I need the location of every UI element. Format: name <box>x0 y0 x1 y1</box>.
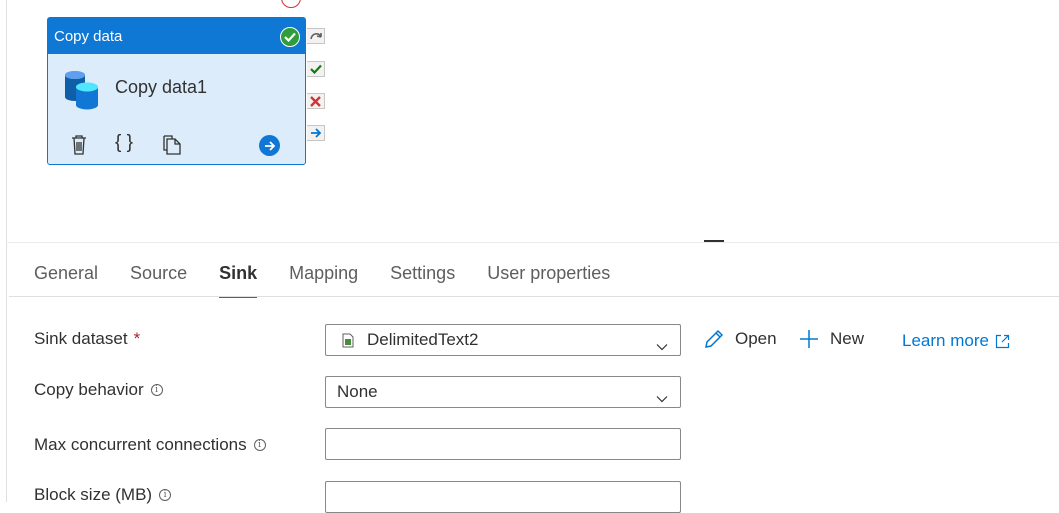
learn-more-label: Learn more <box>902 331 989 350</box>
sink-dataset-label: Sink dataset * <box>34 329 140 349</box>
required-marker: * <box>133 329 141 348</box>
success-icon <box>280 27 300 47</box>
canvas-divider <box>6 0 7 502</box>
success-port-icon[interactable] <box>307 61 325 77</box>
block-size-label: Block size (MB) i <box>34 485 172 505</box>
tab-settings[interactable]: Settings <box>390 262 455 298</box>
add-icon <box>798 328 820 350</box>
max-concurrent-label: Max concurrent connections i <box>34 435 266 455</box>
delete-icon[interactable] <box>70 134 88 161</box>
csv-file-icon <box>342 333 354 348</box>
pipeline-canvas[interactable]: Copy data Copy data1 { } <box>0 0 1059 242</box>
properties-tabs: General Source Sink Mapping Settings Use… <box>34 262 642 298</box>
copy-data-activity[interactable]: Copy data Copy data1 { } <box>47 17 306 165</box>
learn-more-link[interactable]: Learn more <box>902 331 1010 351</box>
clone-icon[interactable] <box>162 134 182 161</box>
skip-port-icon[interactable] <box>307 28 325 44</box>
chevron-down-icon <box>656 388 668 408</box>
chevron-down-icon <box>656 336 668 356</box>
sink-dataset-label-text: Sink dataset <box>34 329 128 348</box>
info-icon[interactable]: i <box>150 384 163 396</box>
edit-pencil-icon <box>703 328 725 350</box>
completion-port-icon[interactable] <box>307 125 325 141</box>
info-icon[interactable]: i <box>253 439 266 451</box>
tab-sink[interactable]: Sink <box>219 262 258 298</box>
sink-dataset-dropdown[interactable]: DelimitedText2 <box>325 324 681 356</box>
go-icon[interactable] <box>259 135 280 156</box>
code-icon[interactable]: { } <box>115 132 133 154</box>
external-link-icon <box>995 334 1010 349</box>
copy-behavior-value: None <box>337 382 378 401</box>
tab-user-properties[interactable]: User properties <box>487 262 610 298</box>
tabs-divider <box>9 296 1059 297</box>
new-label: New <box>830 329 865 348</box>
copy-behavior-label-text: Copy behavior <box>34 380 144 399</box>
max-concurrent-input[interactable] <box>325 428 681 460</box>
error-indicator-icon <box>281 0 301 8</box>
activity-type-title: Copy data <box>54 27 123 45</box>
max-concurrent-label-text: Max concurrent connections <box>34 435 247 454</box>
failure-port-icon[interactable] <box>307 93 325 109</box>
open-label: Open <box>735 329 777 348</box>
sink-dataset-value: DelimitedText2 <box>367 330 479 349</box>
tab-source[interactable]: Source <box>130 262 187 298</box>
activity-header: Copy data <box>48 18 305 54</box>
block-size-input[interactable] <box>325 481 681 513</box>
info-icon[interactable]: i <box>159 489 172 501</box>
panel-divider <box>6 242 1059 243</box>
open-button[interactable]: Open <box>703 328 777 350</box>
copy-behavior-dropdown[interactable]: None <box>325 376 681 408</box>
tab-mapping[interactable]: Mapping <box>289 262 358 298</box>
database-icon <box>63 69 101 116</box>
activity-name: Copy data1 <box>115 77 208 97</box>
copy-behavior-label: Copy behavior i <box>34 380 163 400</box>
block-size-label-text: Block size (MB) <box>34 485 153 504</box>
new-button[interactable]: New <box>798 328 864 350</box>
tab-general[interactable]: General <box>34 262 98 298</box>
